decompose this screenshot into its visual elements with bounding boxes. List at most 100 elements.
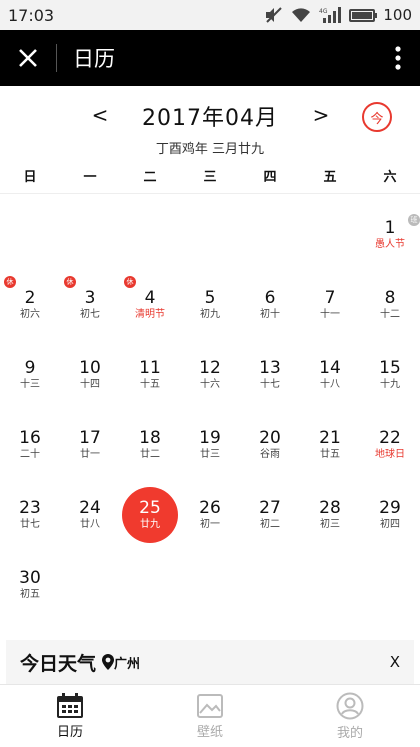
- day-cell[interactable]: 24 廿八: [60, 480, 120, 550]
- day-number: 15: [379, 358, 401, 378]
- day-cell[interactable]: 27 初二: [240, 480, 300, 550]
- day-lunar: 廿一: [80, 449, 100, 460]
- day-number: 21: [319, 428, 341, 448]
- day-number: 19: [199, 428, 221, 448]
- more-button[interactable]: [376, 30, 420, 86]
- day-lunar: 十六: [200, 379, 220, 390]
- today-button[interactable]: 今: [362, 102, 392, 132]
- lunar-date: 丁酉鸡年 三月廿九: [155, 142, 265, 157]
- day-cell[interactable]: 休 3 初七: [60, 270, 120, 340]
- day-number: 6: [264, 288, 276, 308]
- day-cell[interactable]: 9 十三: [0, 340, 60, 410]
- network-type: 4G: [319, 8, 328, 15]
- day-number: 16: [19, 428, 41, 448]
- day-lunar: 谷雨: [260, 449, 280, 460]
- day-cell[interactable]: 6 初十: [240, 270, 300, 340]
- day-lunar: 十八: [320, 379, 340, 390]
- day-lunar: 廿九: [140, 519, 160, 530]
- day-number: 20: [259, 428, 281, 448]
- mute-icon: [265, 7, 283, 23]
- nav-wallpaper-label: 壁纸: [196, 724, 223, 740]
- nav-profile-label: 我的: [336, 725, 363, 741]
- weekday-fri: 五: [323, 170, 337, 185]
- empty-cell: [300, 200, 360, 270]
- month-title: 2017年04月: [142, 106, 278, 131]
- day-number: 1: [384, 218, 396, 238]
- day-cell[interactable]: 8 十二: [360, 270, 420, 340]
- day-cell[interactable]: 25 廿九: [120, 480, 180, 550]
- month-header: < 2017年04月 > 今 丁酉鸡年 三月廿九: [0, 86, 420, 166]
- empty-cell: [60, 200, 120, 270]
- day-lunar: 廿五: [320, 449, 340, 460]
- day-lunar: 廿三: [200, 449, 220, 460]
- day-number: 24: [79, 498, 101, 518]
- weekday-tue: 二: [143, 170, 157, 185]
- day-lunar: 初一: [200, 519, 220, 530]
- day-number: 3: [84, 288, 96, 308]
- day-cell[interactable]: 30 初五: [0, 550, 60, 620]
- empty-cell: [120, 200, 180, 270]
- weekday-mon: 一: [83, 170, 97, 185]
- day-number: 18: [139, 428, 161, 448]
- nav-calendar-label: 日历: [56, 724, 83, 740]
- day-lunar: 十七: [260, 379, 280, 390]
- empty-cell: [0, 200, 60, 270]
- weekday-wed: 三: [203, 170, 217, 185]
- day-cell[interactable]: 20 谷雨: [240, 410, 300, 480]
- day-cell[interactable]: 22 地球日: [360, 410, 420, 480]
- weather-title: 今日天气: [20, 652, 97, 675]
- day-cell[interactable]: 29 初四: [360, 480, 420, 550]
- day-cell[interactable]: 12 十六: [180, 340, 240, 410]
- day-cell[interactable]: 10 十四: [60, 340, 120, 410]
- day-cell[interactable]: 7 十一: [300, 270, 360, 340]
- weekday-header: 日 一 二 三 四 五 六: [0, 166, 420, 194]
- day-cell[interactable]: 15 十九: [360, 340, 420, 410]
- day-lunar: 二十: [20, 449, 40, 460]
- weather-close-button[interactable]: X: [390, 653, 400, 671]
- battery-level: 100: [383, 6, 412, 24]
- day-number: 27: [259, 498, 281, 518]
- day-cell[interactable]: 11 十五: [120, 340, 180, 410]
- day-cell[interactable]: 休 2 初六: [0, 270, 60, 340]
- next-month-button[interactable]: >: [306, 100, 336, 130]
- calendar-grid: 班 1 愚人节休 2 初六休 3 初七休 4 清明节 5 初九 6 初十 7 十一 8 十二 9 十三 10 十四 11 十…: [0, 200, 420, 640]
- nav-profile[interactable]: 我的: [280, 685, 420, 747]
- day-cell[interactable]: 班 1 愚人节: [360, 200, 420, 270]
- day-number: 5: [204, 288, 216, 308]
- day-lunar: 十五: [140, 379, 160, 390]
- day-cell[interactable]: 23 廿七: [0, 480, 60, 550]
- status-bar: 17:03 4G 100: [0, 0, 420, 30]
- empty-cell: [180, 200, 240, 270]
- day-cell[interactable]: 28 初三: [300, 480, 360, 550]
- day-cell[interactable]: 13 十七: [240, 340, 300, 410]
- day-number: 28: [319, 498, 341, 518]
- day-cell[interactable]: 休 4 清明节: [120, 270, 180, 340]
- close-button[interactable]: [0, 30, 56, 86]
- day-number: 11: [139, 358, 161, 378]
- day-number: 23: [19, 498, 41, 518]
- holiday-badge: 休: [64, 276, 76, 288]
- day-lunar: 初二: [260, 519, 280, 530]
- day-cell[interactable]: 18 廿二: [120, 410, 180, 480]
- day-cell[interactable]: 19 廿三: [180, 410, 240, 480]
- day-cell[interactable]: 16 二十: [0, 410, 60, 480]
- weather-location[interactable]: 广州: [102, 653, 140, 672]
- weekday-thu: 四: [263, 170, 277, 185]
- day-cell[interactable]: 21 廿五: [300, 410, 360, 480]
- day-lunar: 十九: [380, 379, 400, 390]
- more-vertical-icon: [395, 46, 401, 70]
- day-cell[interactable]: 26 初一: [180, 480, 240, 550]
- day-cell[interactable]: 5 初九: [180, 270, 240, 340]
- day-number: 8: [384, 288, 396, 308]
- weather-card[interactable]: 今日天气 广州 X: [6, 640, 414, 684]
- nav-calendar[interactable]: 日历: [0, 685, 140, 747]
- day-lunar: 十三: [20, 379, 40, 390]
- day-lunar: 初九: [200, 309, 220, 320]
- weekday-sun: 日: [23, 170, 37, 185]
- day-number: 14: [319, 358, 341, 378]
- status-time: 17:03: [8, 5, 55, 25]
- nav-wallpaper[interactable]: 壁纸: [140, 685, 280, 747]
- status-icons: 4G 100: [265, 6, 412, 24]
- day-cell[interactable]: 14 十八: [300, 340, 360, 410]
- day-cell[interactable]: 17 廿一: [60, 410, 120, 480]
